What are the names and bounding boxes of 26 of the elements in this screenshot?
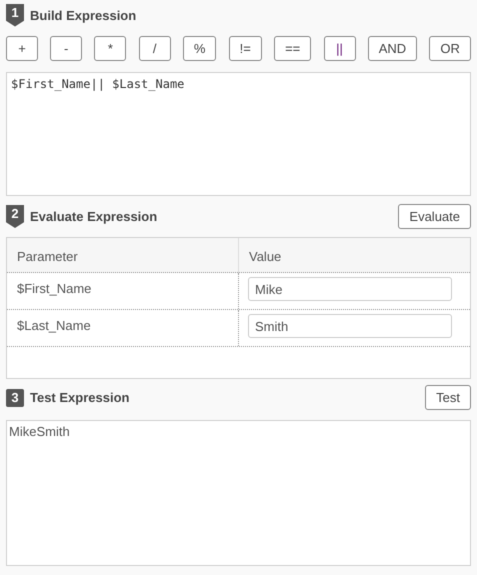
column-header: Value — [238, 238, 470, 275]
value-field[interactable]: Smith — [248, 314, 452, 338]
evaluate-button[interactable]: Evaluate — [398, 204, 471, 229]
value-field[interactable]: Mike — [248, 277, 452, 301]
operator-button[interactable]: - — [50, 36, 82, 61]
section-title: Build Expression — [30, 8, 136, 22]
parameter-cell-text: $First_Name — [16, 280, 92, 298]
step-badge: 3 — [6, 388, 24, 406]
operator-button[interactable]: OR — [429, 36, 471, 61]
operator-button[interactable]: || — [324, 36, 356, 61]
operator-button[interactable]: != — [228, 36, 262, 61]
operator-button[interactable]: % — [182, 36, 216, 61]
operator-button[interactable]: * — [94, 36, 126, 61]
step-badge: 1 — [6, 4, 24, 26]
operator-button[interactable]: / — [138, 36, 171, 61]
column-header: Parameter — [16, 248, 79, 266]
section-title: Test Expression — [30, 390, 130, 405]
operator-button[interactable]: + — [6, 36, 38, 61]
expression-editor[interactable]: $First_Name|| $Last_Name — [6, 72, 471, 196]
test-button[interactable]: Test — [425, 385, 471, 410]
section-title: Evaluate Expression — [30, 209, 158, 224]
step-badge: 2 — [6, 205, 24, 228]
parameter-cell-text: $Last_Name — [16, 317, 92, 335]
operator-button[interactable]: == — [274, 36, 312, 61]
result-output: MikeSmith — [6, 420, 471, 566]
operator-button[interactable]: AND — [368, 36, 418, 61]
